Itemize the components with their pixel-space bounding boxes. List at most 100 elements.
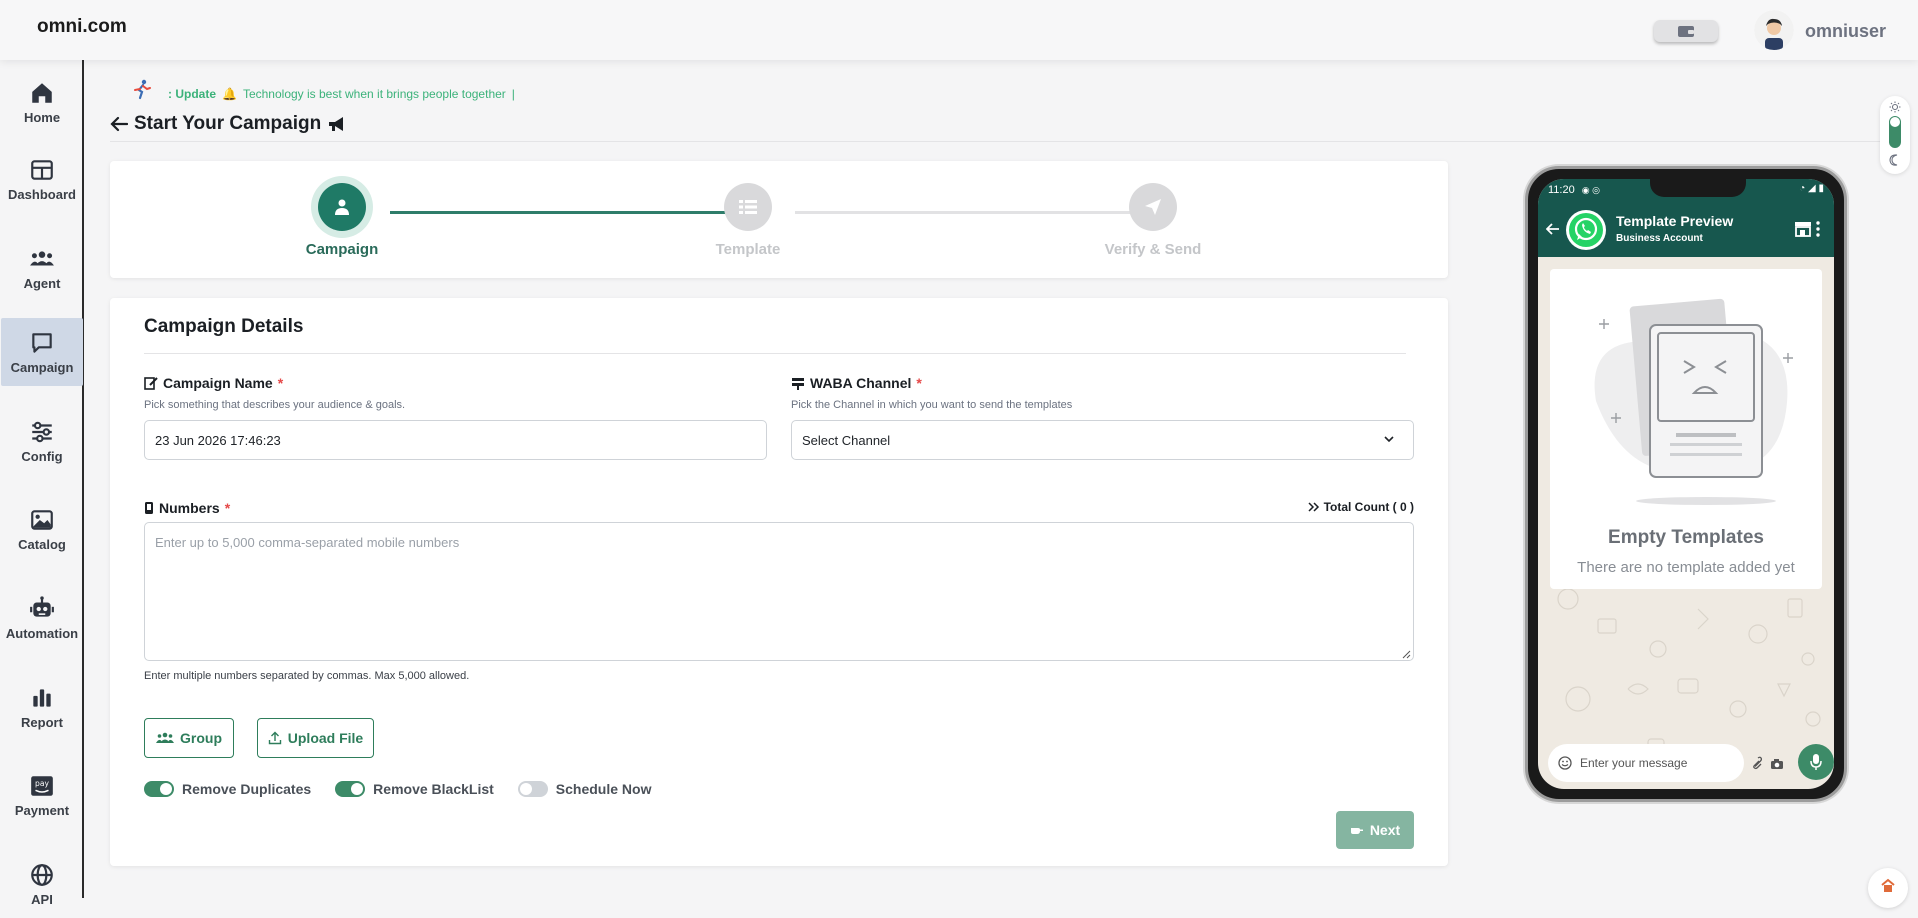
api-icon bbox=[31, 864, 53, 886]
waba-channel-label-text: WABA Channel bbox=[810, 375, 912, 391]
home-help-icon bbox=[1881, 878, 1895, 892]
bell-icon: 🔔 bbox=[222, 87, 237, 101]
remove-duplicates-toggle[interactable]: Remove Duplicates bbox=[144, 781, 311, 797]
toggle-label: Remove BlackList bbox=[373, 781, 494, 797]
signpost-icon bbox=[792, 378, 804, 390]
marquee-cursor: | bbox=[511, 87, 515, 101]
schedule-now-toggle[interactable]: Schedule Now bbox=[517, 781, 652, 797]
top-bar: omni.com omniuser bbox=[0, 0, 1918, 60]
users-icon bbox=[156, 732, 174, 743]
report-icon bbox=[33, 689, 51, 707]
dashboard-icon bbox=[31, 160, 53, 180]
sidebar-item-label: Agent bbox=[23, 276, 61, 291]
attach-icon[interactable] bbox=[1750, 756, 1762, 770]
user-avatar[interactable] bbox=[1754, 10, 1794, 50]
pointing-hand-icon bbox=[1350, 828, 1363, 834]
chevron-down-icon bbox=[1384, 436, 1394, 443]
page-title: Start Your Campaign bbox=[110, 113, 347, 135]
emoji-icon[interactable] bbox=[1558, 756, 1572, 770]
store-icon[interactable] bbox=[1794, 221, 1812, 237]
double-chevron-right-icon bbox=[1308, 502, 1319, 512]
theme-toggle[interactable] bbox=[1880, 96, 1910, 174]
empty-templates-card: Empty Templates There are no template ad… bbox=[1550, 269, 1822, 589]
sidebar-item-report[interactable]: Report bbox=[0, 673, 84, 741]
sidebar-item-label: Automation bbox=[5, 626, 79, 641]
mic-icon bbox=[1810, 754, 1822, 770]
campaign-name-input[interactable]: 23 Jun 2026 17:46:23 bbox=[144, 420, 767, 460]
upload-icon bbox=[268, 731, 281, 745]
step-verify-send[interactable]: Verify & Send bbox=[1083, 183, 1223, 258]
campaign-icon bbox=[32, 333, 52, 353]
svg-text:pay: pay bbox=[35, 779, 49, 788]
sidebar-item-label: Catalog bbox=[18, 537, 66, 552]
empty-templates-title: Empty Templates bbox=[1608, 527, 1764, 548]
page-title-text: Start Your Campaign bbox=[134, 113, 322, 134]
wallet-icon bbox=[1678, 26, 1694, 37]
list-icon bbox=[739, 200, 757, 214]
title-divider bbox=[110, 141, 1880, 142]
numbers-textarea[interactable]: Enter up to 5,000 comma-separated mobile… bbox=[144, 522, 1414, 661]
camera-icon[interactable] bbox=[1770, 758, 1784, 770]
more-vertical-icon[interactable] bbox=[1816, 221, 1820, 237]
step-circle bbox=[724, 183, 772, 231]
options-row: Remove Duplicates Remove BlackList Sched… bbox=[144, 781, 675, 797]
total-count-text: Total Count ( 0 ) bbox=[1323, 500, 1414, 514]
sidebar-item-config[interactable]: Config bbox=[0, 407, 84, 475]
username[interactable]: omniuser bbox=[1805, 21, 1886, 42]
required-mark: * bbox=[224, 500, 231, 516]
sidebar-item-label: Dashboard bbox=[8, 187, 76, 202]
sidebar-item-label: Report bbox=[21, 715, 63, 730]
sidebar-item-automation[interactable]: Automation bbox=[0, 584, 84, 652]
step-template[interactable]: Template bbox=[678, 183, 818, 258]
group-button[interactable]: Group bbox=[144, 718, 234, 758]
message-input-bar[interactable]: Enter your message bbox=[1548, 744, 1744, 782]
toggle-switch[interactable] bbox=[144, 781, 174, 797]
waba-channel-select[interactable]: Select Channel bbox=[791, 420, 1414, 460]
campaign-name-label: Campaign Name * bbox=[144, 375, 283, 391]
mobile-icon bbox=[145, 502, 153, 514]
catalog-icon bbox=[31, 510, 53, 530]
step-campaign[interactable]: Campaign bbox=[272, 183, 412, 258]
toggle-label: Schedule Now bbox=[555, 781, 652, 797]
sidebar-item-label: Campaign bbox=[10, 360, 74, 375]
back-arrow-icon[interactable] bbox=[110, 116, 128, 132]
sidebar-item-payment[interactable]: pay Payment bbox=[0, 761, 84, 829]
numbers-label-text: Numbers bbox=[159, 500, 220, 516]
step-label: Template bbox=[715, 241, 781, 258]
brand-logo[interactable]: omni.com bbox=[37, 16, 127, 38]
card-divider bbox=[144, 353, 1406, 354]
marquee-text: Technology is best when it brings people… bbox=[242, 87, 506, 101]
wallet-button[interactable] bbox=[1654, 20, 1718, 42]
toggle-switch[interactable] bbox=[335, 781, 366, 797]
edit-icon bbox=[144, 377, 158, 390]
home-icon bbox=[32, 83, 52, 103]
status-icons-right: ◔ ◢ ▮ bbox=[1799, 183, 1824, 194]
theme-slider[interactable] bbox=[1889, 116, 1901, 148]
marquee-prefix: : Update bbox=[168, 87, 216, 101]
toggle-switch[interactable] bbox=[517, 781, 548, 797]
campaign-details-card: Campaign Details Campaign Name * Pick so… bbox=[110, 298, 1448, 866]
remove-blacklist-toggle[interactable]: Remove BlackList bbox=[335, 781, 494, 797]
sidebar-item-campaign[interactable]: Campaign bbox=[1, 318, 83, 386]
template-preview-phone: 11:20 ◉ ◎ ◔ ◢ ▮ Template Preview Busines… bbox=[1525, 166, 1847, 802]
sidebar-item-dashboard[interactable]: Dashboard bbox=[0, 145, 84, 213]
sidebar-item-api[interactable]: API bbox=[0, 850, 84, 918]
user-avatar-icon bbox=[1754, 10, 1794, 50]
sidebar-item-label: API bbox=[31, 892, 53, 907]
stepper-card: Campaign Template Verify & Send bbox=[110, 161, 1448, 278]
agent-icon bbox=[30, 251, 54, 266]
mic-button[interactable] bbox=[1798, 744, 1834, 780]
megaphone-icon bbox=[329, 117, 344, 131]
payment-icon: pay bbox=[31, 776, 53, 796]
sidebar-item-catalog[interactable]: Catalog bbox=[0, 495, 84, 563]
back-arrow-icon[interactable] bbox=[1546, 223, 1560, 235]
step-label: Campaign bbox=[305, 241, 379, 258]
upload-file-button[interactable]: Upload File bbox=[257, 718, 374, 758]
resize-handle-icon[interactable] bbox=[1402, 650, 1411, 659]
message-placeholder: Enter your message bbox=[1580, 756, 1688, 770]
sidebar-item-agent[interactable]: Agent bbox=[0, 234, 84, 302]
next-button[interactable]: Next bbox=[1336, 811, 1414, 849]
sidebar-item-home[interactable]: Home bbox=[0, 68, 84, 136]
update-marquee: : Update 🔔 Technology is best when it br… bbox=[168, 87, 515, 101]
help-button[interactable] bbox=[1868, 868, 1908, 908]
